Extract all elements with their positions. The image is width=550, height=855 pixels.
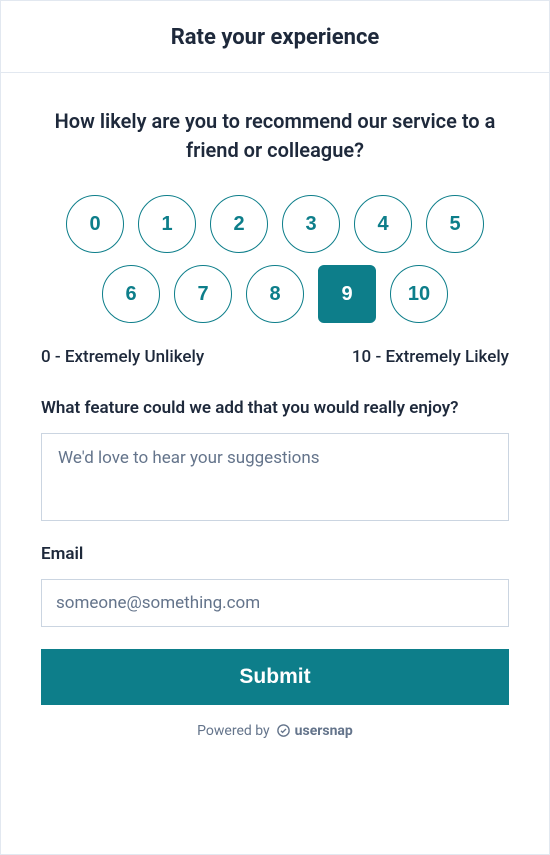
nps-option-2[interactable]: 2 [210, 195, 268, 253]
nps-scale-labels: 0 - Extremely Unlikely 10 - Extremely Li… [41, 347, 509, 367]
nps-row-1: 012345 [41, 195, 509, 253]
nps-option-1[interactable]: 1 [138, 195, 196, 253]
widget-body: How likely are you to recommend our serv… [1, 73, 549, 854]
nps-row-2: 678910 [41, 265, 509, 323]
submit-button[interactable]: Submit [41, 649, 509, 705]
nps-option-7[interactable]: 7 [174, 265, 232, 323]
email-field[interactable] [41, 579, 509, 627]
nps-question: How likely are you to recommend our serv… [41, 107, 509, 165]
feedback-widget: Rate your experience How likely are you … [0, 0, 550, 855]
nps-high-label: 10 - Extremely Likely [352, 347, 509, 367]
nps-option-4[interactable]: 4 [354, 195, 412, 253]
nps-option-8[interactable]: 8 [246, 265, 304, 323]
email-label: Email [41, 543, 509, 567]
feature-textarea[interactable] [41, 433, 509, 521]
nps-option-9[interactable]: 9 [318, 265, 376, 323]
brand-name: usersnap [295, 723, 353, 739]
feature-label: What feature could we add that you would… [41, 397, 509, 421]
widget-title: Rate your experience [21, 25, 529, 50]
powered-by-text: Powered by [197, 723, 270, 739]
nps-option-0[interactable]: 0 [66, 195, 124, 253]
nps-option-10[interactable]: 10 [390, 265, 448, 323]
nps-low-label: 0 - Extremely Unlikely [41, 347, 204, 367]
powered-by[interactable]: Powered by usersnap [41, 723, 509, 739]
widget-header: Rate your experience [1, 1, 549, 73]
nps-option-5[interactable]: 5 [426, 195, 484, 253]
usersnap-logo-icon [276, 723, 291, 738]
brand-link[interactable]: usersnap [276, 723, 353, 739]
nps-option-3[interactable]: 3 [282, 195, 340, 253]
nps-option-6[interactable]: 6 [102, 265, 160, 323]
